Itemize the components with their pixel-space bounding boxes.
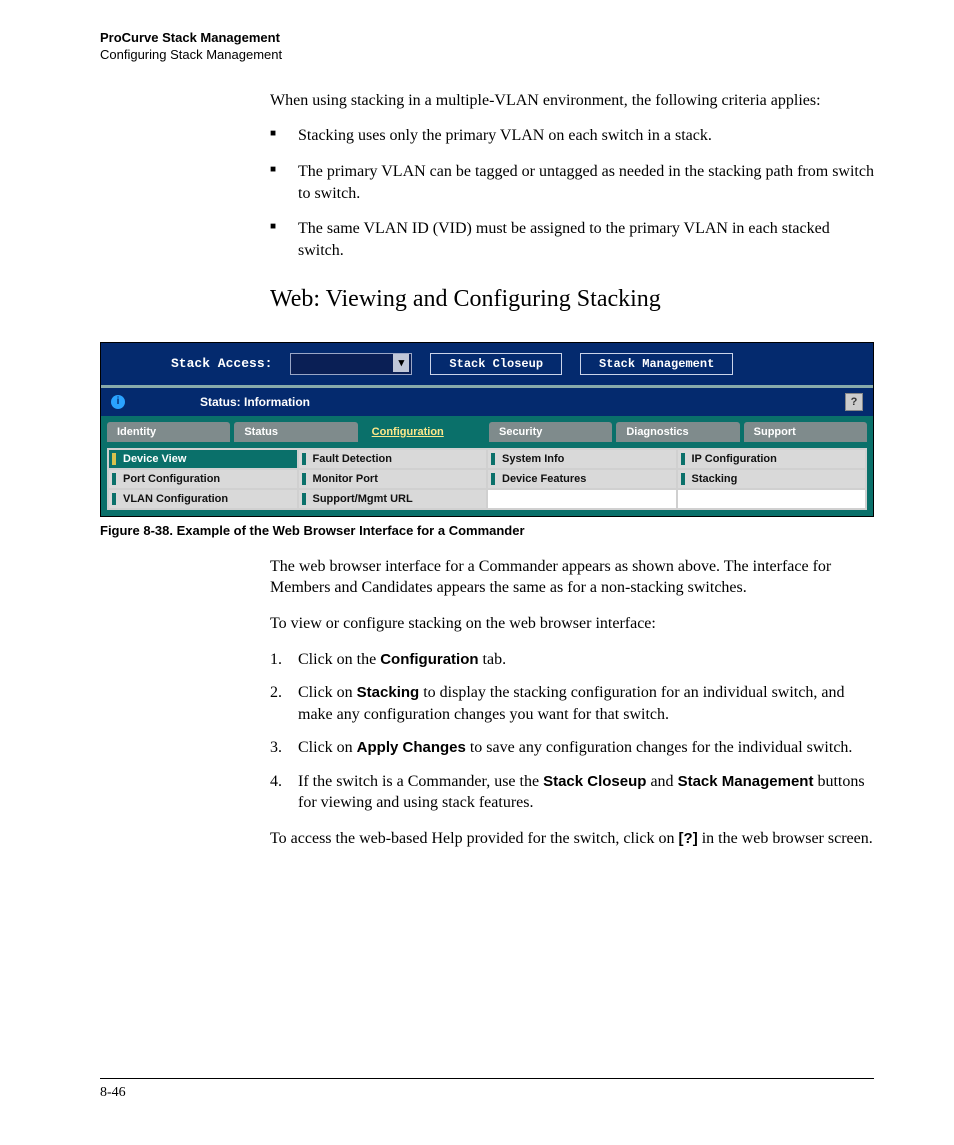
subnav-ip-configuration[interactable]: IP Configuration	[677, 449, 867, 469]
tab-support[interactable]: Support	[744, 422, 867, 442]
criteria-bullets: Stacking uses only the primary VLAN on e…	[270, 125, 874, 261]
main-tabs: Identity Status Configuration Security D…	[101, 416, 873, 442]
stack-access-dropdown[interactable]	[290, 353, 412, 375]
step-item: If the switch is a Commander, use the St…	[270, 771, 874, 814]
subnav-empty	[487, 489, 677, 509]
stack-management-button[interactable]: Stack Management	[580, 353, 733, 375]
running-header: ProCurve Stack Management Configuring St…	[100, 30, 874, 64]
subnav-device-view[interactable]: Device View	[108, 449, 298, 469]
web-ui-screenshot: Stack Access: Stack Closeup Stack Manage…	[100, 342, 874, 517]
subnav-port-configuration[interactable]: Port Configuration	[108, 469, 298, 489]
info-icon: i	[111, 395, 125, 409]
bullet-item: Stacking uses only the primary VLAN on e…	[270, 125, 874, 147]
subnav-device-features[interactable]: Device Features	[487, 469, 677, 489]
tab-configuration[interactable]: Configuration	[362, 422, 485, 442]
subnav-fault-detection[interactable]: Fault Detection	[298, 449, 488, 469]
status-bar: i Status: Information ?	[101, 388, 873, 416]
intro-paragraph: When using stacking in a multiple-VLAN e…	[270, 90, 874, 112]
stack-closeup-button[interactable]: Stack Closeup	[430, 353, 562, 375]
subnav-empty	[677, 489, 867, 509]
body-column: When using stacking in a multiple-VLAN e…	[270, 90, 874, 316]
bullet-item: The primary VLAN can be tagged or untagg…	[270, 161, 874, 204]
page-footer: 8-46	[100, 1078, 874, 1101]
bullet-item: The same VLAN ID (VID) must be assigned …	[270, 218, 874, 261]
steps-list: Click on the Configuration tab. Click on…	[270, 649, 874, 815]
subnav-system-info[interactable]: System Info	[487, 449, 677, 469]
body-column-2: The web browser interface for a Commande…	[270, 556, 874, 850]
subnav-vlan-configuration[interactable]: VLAN Configuration	[108, 489, 298, 509]
stack-access-label: Stack Access:	[171, 356, 272, 371]
stack-access-bar: Stack Access: Stack Closeup Stack Manage…	[101, 343, 873, 385]
tab-identity[interactable]: Identity	[107, 422, 230, 442]
figure: Stack Access: Stack Closeup Stack Manage…	[100, 342, 874, 517]
subnav-monitor-port[interactable]: Monitor Port	[298, 469, 488, 489]
step-item: Click on the Configuration tab.	[270, 649, 874, 671]
subnav-support-mgmt-url[interactable]: Support/Mgmt URL	[298, 489, 488, 509]
subnav-stacking[interactable]: Stacking	[677, 469, 867, 489]
closing-paragraph: To access the web-based Help provided fo…	[270, 828, 874, 850]
tab-diagnostics[interactable]: Diagnostics	[616, 422, 739, 442]
sub-nav: Device View Fault Detection System Info …	[101, 442, 873, 516]
figure-caption: Figure 8-38. Example of the Web Browser …	[100, 523, 874, 538]
steps-intro: To view or configure stacking on the web…	[270, 613, 874, 635]
step-item: Click on Stacking to display the stackin…	[270, 682, 874, 725]
header-title: ProCurve Stack Management	[100, 30, 874, 47]
section-heading: Web: Viewing and Configuring Stacking	[270, 283, 874, 315]
status-text: Status: Information	[200, 395, 310, 409]
page-number: 8-46	[100, 1085, 126, 1100]
page: ProCurve Stack Management Configuring St…	[0, 0, 954, 1145]
after-figure-paragraph: The web browser interface for a Commande…	[270, 556, 874, 599]
step-item: Click on Apply Changes to save any confi…	[270, 737, 874, 759]
tab-status[interactable]: Status	[234, 422, 357, 442]
help-icon[interactable]: ?	[845, 393, 863, 411]
header-subtitle: Configuring Stack Management	[100, 47, 874, 64]
tab-security[interactable]: Security	[489, 422, 612, 442]
